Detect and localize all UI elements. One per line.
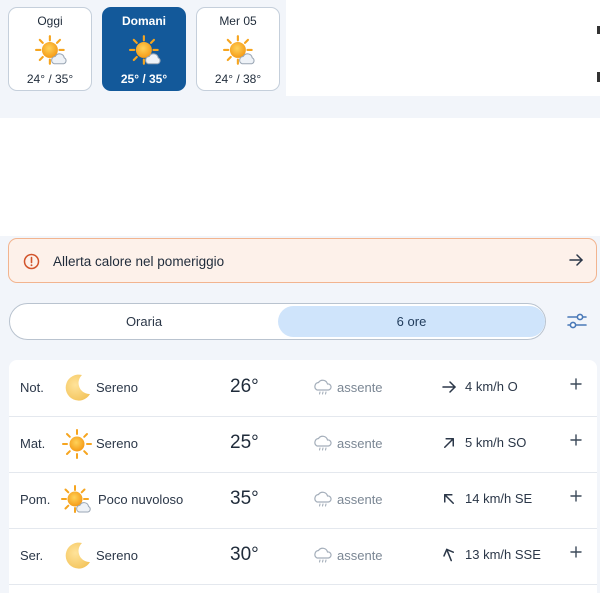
day-selector: Oggi 24° / 35° Domani 25° / 35° Mer 05 2… [0, 0, 600, 96]
table-row[interactable]: Mat. Sereno 25° assente 5 km/h SO [9, 416, 597, 473]
sun-cloud-icon [223, 34, 257, 68]
wind-arrow-icon [444, 438, 454, 448]
temperature: 35° [230, 488, 259, 509]
precipitation-icon [314, 547, 332, 565]
day-temperatures: 25° / 35° [120, 72, 168, 86]
temperature: 30° [230, 544, 259, 565]
alert-circle-icon [23, 253, 40, 270]
view-toggle: Oraria 6 ore [9, 303, 546, 340]
settings-sliders-icon[interactable] [567, 312, 587, 330]
precipitation-value: assente [337, 548, 383, 563]
expand-plus-icon[interactable] [569, 545, 583, 559]
day-temperatures: 24° / 38° [214, 72, 262, 86]
sun-cloud-icon [61, 484, 93, 516]
wind-value: 14 km/h SE [465, 491, 533, 506]
period-label: Ser. [20, 548, 44, 563]
precipitation-value: assente [337, 492, 383, 507]
alert-text: Allerta calore nel pomeriggio [53, 254, 225, 269]
temperature: 26° [230, 376, 259, 397]
day-name: Oggi [37, 14, 63, 28]
forecast-table: Not. Sereno 26° assente 4 km/h O Mat. Se… [9, 360, 597, 593]
precipitation-icon [314, 435, 332, 453]
condition-label: Sereno [96, 548, 138, 563]
condition-label: Poco nuvoloso [98, 492, 184, 507]
day-name: Mer 05 [219, 14, 257, 28]
day-card-tomorrow[interactable]: Domani 25° / 35° [102, 7, 186, 91]
period-label: Not. [20, 380, 44, 395]
moon-icon [61, 540, 93, 572]
heat-alert-banner[interactable]: Allerta calore nel pomeriggio [8, 238, 597, 283]
day-card-today[interactable]: Oggi 24° / 35° [8, 7, 92, 91]
toggle-six-hours[interactable]: 6 ore [278, 306, 545, 337]
wind-arrow-icon [442, 381, 456, 393]
temperature: 25° [230, 432, 259, 453]
table-row[interactable]: Pom. Poco nuvoloso 35° assente 14 km/h S… [9, 472, 597, 529]
day-selector-empty-area [286, 0, 600, 96]
table-row[interactable]: Not. Sereno 26° assente 4 km/h O [9, 360, 597, 417]
day-card-wed-05[interactable]: Mer 05 24° / 38° [196, 7, 280, 91]
wind-arrow-icon [444, 494, 454, 504]
precipitation-value: assente [337, 436, 383, 451]
precipitation-value: assente [337, 380, 383, 395]
day-temperatures: 24° / 35° [26, 72, 74, 86]
condition-label: Sereno [96, 380, 138, 395]
wind-value: 13 km/h SSE [465, 547, 541, 562]
expand-plus-icon[interactable] [569, 489, 583, 503]
precipitation-icon [314, 379, 332, 397]
expand-plus-icon[interactable] [569, 377, 583, 391]
period-label: Mat. [20, 436, 46, 451]
sun-icon [61, 428, 93, 460]
moon-icon [61, 372, 93, 404]
sun-cloud-icon [129, 34, 163, 68]
day-name: Domani [121, 14, 166, 28]
expand-plus-icon[interactable] [569, 433, 583, 447]
wind-value: 4 km/h O [465, 379, 518, 394]
period-label: Pom. [20, 492, 51, 507]
wind-value: 5 km/h SO [465, 435, 527, 450]
precipitation-icon [314, 491, 332, 509]
sun-cloud-icon [35, 34, 69, 68]
toggle-hourly[interactable]: Oraria [10, 304, 278, 339]
condition-label: Sereno [96, 436, 138, 451]
table-row[interactable]: Ser. Sereno 30° assente 13 km/h SSE [9, 528, 597, 585]
arrow-right-icon [569, 254, 583, 266]
empty-banner-area [0, 118, 600, 236]
wind-arrow-icon [443, 548, 455, 562]
